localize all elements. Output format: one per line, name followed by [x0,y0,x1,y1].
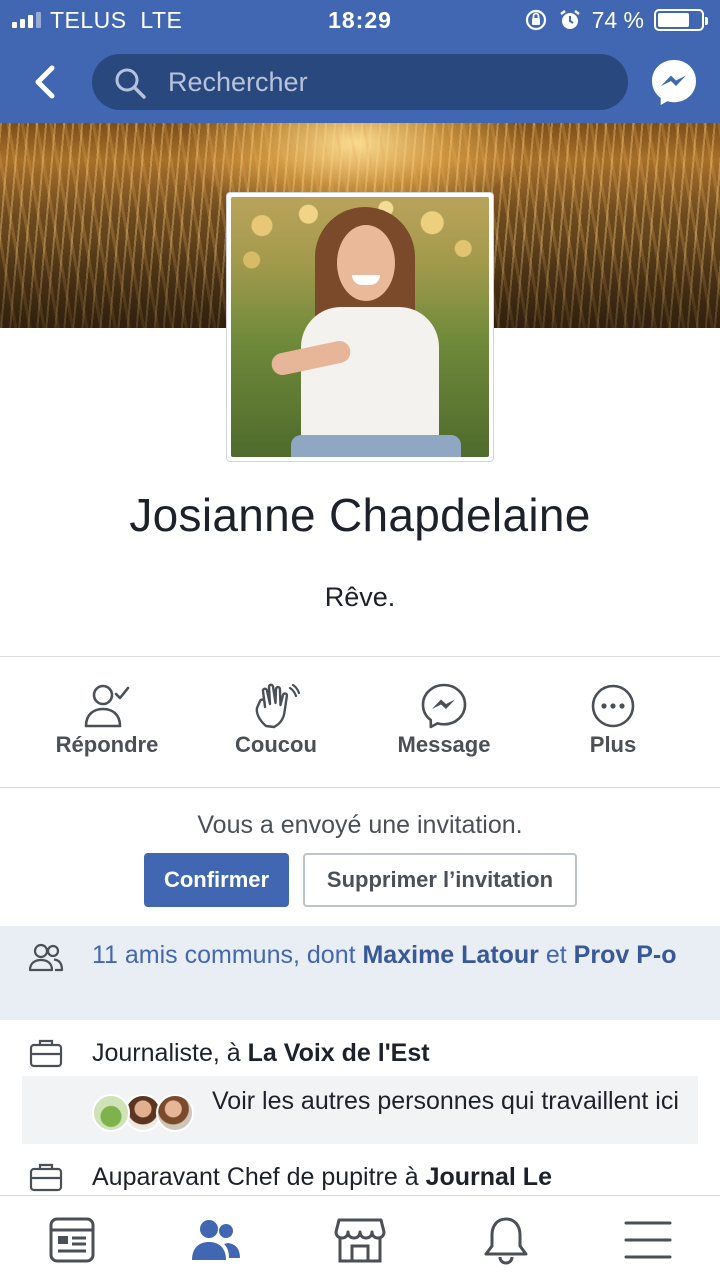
message-button[interactable]: Message [360,662,528,786]
coworkers-row[interactable]: Voir les autres personnes qui travaillen… [22,1076,698,1144]
tab-friend-requests[interactable] [190,1214,242,1266]
avatar [156,1094,194,1132]
profile-picture[interactable] [226,192,494,462]
tab-news-feed[interactable] [46,1214,98,1266]
profile-actions: Répondre Coucou Message Plus [0,662,720,786]
profile-name: Josianne Chapdelaine [129,489,591,541]
divider [0,787,720,788]
respond-button[interactable]: Répondre [23,662,191,786]
search-icon [115,68,146,99]
battery-icon [654,9,708,31]
tab-notifications[interactable] [480,1214,532,1266]
respond-label: Répondre [55,732,159,757]
previous-work-text: Auparavant Chef de pupitre à Journal Le [92,1163,552,1191]
friends-icon [192,1220,240,1260]
back-arrow-icon[interactable] [28,62,62,102]
wave-label: Coucou [235,732,317,757]
work-text: Journaliste, à La Voix de l'Est [92,1039,430,1067]
briefcase-icon [29,1039,63,1068]
status-bar: TELUS LTE 18:29 74 % [0,0,720,40]
tab-menu[interactable] [622,1214,674,1266]
profile-page: TELUS LTE 18:29 74 % Rechercher Josianne… [0,0,720,1280]
mutual-friend-link[interactable]: Prov P-o [574,941,677,969]
bottom-tab-bar [0,1195,720,1280]
profile-bio: Rêve. [324,582,396,612]
friends-icon [28,943,64,972]
avatar [92,1094,130,1132]
briefcase-icon [29,1163,63,1192]
invitation-text: Vous a envoyé une invitation. [197,811,523,839]
news-feed-icon [49,1217,95,1263]
mutual-friends-text[interactable]: 11 amis communs, dont Maxime Latour et P… [92,940,692,971]
top-bar: TELUS LTE 18:29 74 % [0,0,720,123]
divider [0,656,720,657]
alarm-icon [559,10,580,29]
search-bar[interactable] [92,54,628,110]
coworkers-text: Voir les autres personnes qui travaillen… [212,1087,679,1115]
delete-request-button[interactable]: Supprimer l’invitation [303,853,577,907]
more-label: Plus [589,732,637,757]
search-input[interactable] [168,54,608,110]
wave-button[interactable]: Coucou [192,662,360,786]
more-button[interactable]: Plus [529,662,697,786]
confirm-button[interactable]: Confirmer [144,853,289,907]
status-icons: 74 % [524,6,708,34]
respond-icon [84,684,130,728]
message-label: Message [397,732,491,757]
messenger-icon[interactable] [650,58,698,106]
messenger-outline-icon [421,683,467,729]
employer-link[interactable]: Journal Le [426,1163,552,1191]
profile-photo-image [231,197,489,457]
mutual-friend-link[interactable]: Maxime Latour [362,941,538,969]
tab-marketplace[interactable] [334,1214,386,1266]
menu-icon [624,1221,672,1259]
wave-icon [255,683,300,729]
more-icon [591,684,635,728]
marketplace-icon [334,1218,386,1263]
battery-percent: 74 % [591,6,644,33]
employer-link[interactable]: La Voix de l'Est [248,1039,430,1067]
mutual-friends-row[interactable]: 11 amis communs, dont Maxime Latour et P… [0,926,720,1020]
battery-fill [658,13,690,27]
bell-icon [484,1217,528,1265]
orientation-lock-icon [525,9,546,31]
